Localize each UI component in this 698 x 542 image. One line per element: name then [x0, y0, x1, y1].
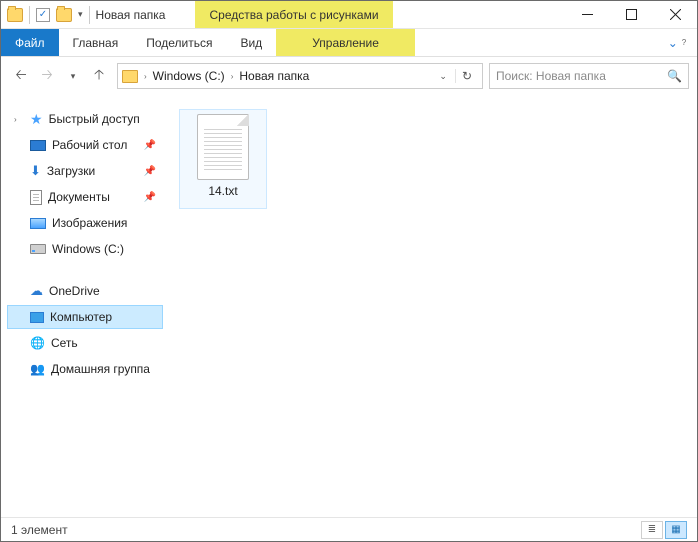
star-icon: ★	[30, 111, 43, 128]
nav-onedrive[interactable]: ☁ OneDrive	[7, 279, 163, 303]
help-button[interactable]: ⌄ ?	[657, 29, 697, 56]
address-bar[interactable]: › Windows (C:) › Новая папка ⌄ ↻	[117, 63, 483, 89]
separator	[89, 6, 90, 24]
desktop-icon	[30, 140, 46, 151]
tab-home[interactable]: Главная	[59, 29, 133, 56]
maximize-icon	[626, 9, 637, 20]
nav-pictures[interactable]: Изображения	[7, 211, 163, 235]
icons-view-button[interactable]: ▦	[665, 521, 687, 539]
window-controls	[565, 1, 697, 28]
navigation-pane: › ★ Быстрый доступ Рабочий стол 📌 ⬇ Загр…	[1, 95, 169, 517]
downloads-icon: ⬇	[30, 163, 41, 179]
nav-label: Загрузки	[47, 164, 95, 178]
pin-icon: 📌	[144, 192, 156, 203]
item-count: 1 элемент	[11, 523, 68, 537]
nav-documents[interactable]: Документы 📌	[7, 185, 163, 209]
refresh-button[interactable]: ↻	[455, 69, 478, 83]
nav-computer[interactable]: Компьютер	[7, 305, 163, 329]
file-name: 14.txt	[208, 184, 237, 198]
onedrive-icon: ☁	[30, 283, 43, 299]
search-input[interactable]: Поиск: Новая папка 🔍	[489, 63, 689, 89]
nav-label: Компьютер	[50, 310, 112, 324]
nav-label: Изображения	[52, 216, 127, 230]
help-icon: ?	[682, 38, 686, 47]
window-title: Новая папка	[96, 8, 166, 22]
nav-desktop[interactable]: Рабочий стол 📌	[7, 133, 163, 157]
qat-dropdown-icon[interactable]: ▾	[78, 9, 83, 20]
list-item[interactable]: 14.txt	[179, 109, 267, 209]
nav-label: Сеть	[51, 336, 78, 350]
minimize-icon	[582, 14, 593, 15]
nav-label: Рабочий стол	[52, 138, 127, 152]
file-list[interactable]: 14.txt	[169, 95, 697, 517]
spacer	[7, 263, 163, 277]
separator	[29, 6, 30, 24]
tab-manage[interactable]: Управление	[276, 29, 415, 56]
folder-icon[interactable]	[7, 8, 23, 22]
network-icon: 🌐	[30, 336, 45, 350]
chevron-right-icon: ›	[14, 115, 24, 124]
address-dropdown-icon[interactable]: ⌄	[435, 71, 451, 82]
search-icon: 🔍	[667, 69, 682, 83]
documents-icon	[30, 190, 42, 205]
recent-dropdown-icon[interactable]: ▾	[61, 64, 85, 88]
nav-label: OneDrive	[49, 284, 100, 298]
up-button[interactable]: 🡡	[87, 64, 111, 88]
status-bar: 1 элемент ≣ ▦	[1, 517, 697, 541]
back-button[interactable]: 🡠	[9, 64, 33, 88]
nav-homegroup[interactable]: 👥 Домашняя группа	[7, 357, 163, 381]
body: › ★ Быстрый доступ Рабочий стол 📌 ⬇ Загр…	[1, 95, 697, 517]
nav-label: Windows (C:)	[52, 242, 124, 256]
properties-checkbox-icon[interactable]: ✓	[36, 8, 50, 22]
pin-icon: 📌	[144, 166, 156, 177]
nav-quick-access[interactable]: › ★ Быстрый доступ	[7, 107, 163, 131]
ribbon-tabs: Файл Главная Поделиться Вид Управление ⌄…	[1, 29, 697, 57]
chevron-right-icon[interactable]: ›	[229, 72, 236, 81]
chevron-right-icon[interactable]: ›	[142, 72, 149, 81]
chevron-down-icon: ⌄	[668, 36, 678, 50]
close-icon	[670, 9, 681, 20]
computer-icon	[30, 312, 44, 323]
tab-file[interactable]: Файл	[1, 29, 59, 56]
quick-access-toolbar: ✓ ▾	[1, 1, 90, 28]
tab-share[interactable]: Поделиться	[132, 29, 226, 56]
breadcrumb[interactable]: Windows (C:)	[153, 69, 225, 83]
details-view-button[interactable]: ≣	[641, 521, 663, 539]
nav-buttons: 🡠 🡢 ▾ 🡡	[9, 64, 111, 88]
pin-icon: 📌	[144, 140, 156, 151]
address-bar-row: 🡠 🡢 ▾ 🡡 › Windows (C:) › Новая папка ⌄ ↻…	[1, 57, 697, 95]
nav-downloads[interactable]: ⬇ Загрузки 📌	[7, 159, 163, 183]
text-file-icon	[197, 114, 249, 180]
search-placeholder: Поиск: Новая папка	[496, 69, 606, 83]
nav-label: Документы	[48, 190, 110, 204]
close-button[interactable]	[653, 1, 697, 28]
title-bar: ✓ ▾ Новая папка Средства работы с рисунк…	[1, 1, 697, 29]
nav-label: Быстрый доступ	[49, 112, 140, 126]
nav-drive-c[interactable]: Windows (C:)	[7, 237, 163, 261]
tab-view[interactable]: Вид	[226, 29, 276, 56]
drive-icon	[30, 244, 46, 254]
minimize-button[interactable]	[565, 1, 609, 28]
nav-network[interactable]: 🌐 Сеть	[7, 331, 163, 355]
contextual-tab-label: Средства работы с рисунками	[195, 1, 392, 28]
folder-icon	[122, 70, 138, 83]
nav-label: Домашняя группа	[51, 362, 150, 376]
view-toggle: ≣ ▦	[641, 521, 687, 539]
new-folder-icon[interactable]	[56, 8, 72, 22]
homegroup-icon: 👥	[30, 362, 45, 376]
forward-button[interactable]: 🡢	[35, 64, 59, 88]
breadcrumb[interactable]: Новая папка	[239, 69, 309, 83]
pictures-icon	[30, 218, 46, 229]
maximize-button[interactable]	[609, 1, 653, 28]
